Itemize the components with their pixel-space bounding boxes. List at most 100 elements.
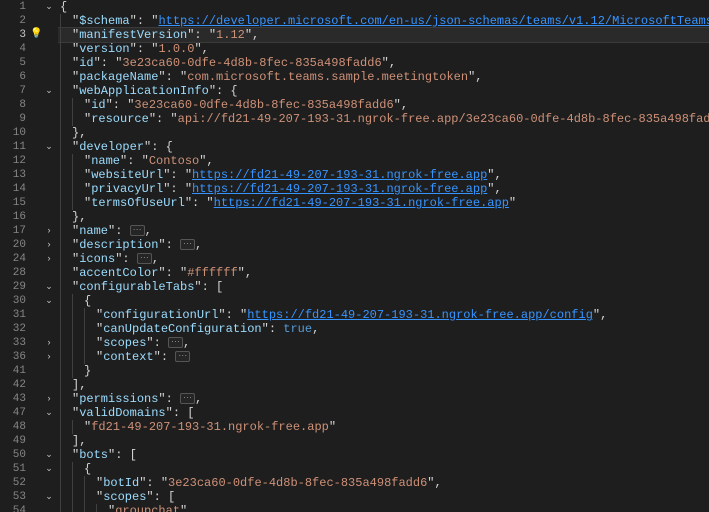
code-line[interactable]: { xyxy=(58,0,709,14)
json-key: version xyxy=(79,42,129,56)
fold-expanded-icon[interactable]: ⌄ xyxy=(42,0,56,14)
code-editor[interactable]: 1⌄23💡4567⌄891011⌄121314151617›20›24›2829… xyxy=(0,0,709,512)
code-line[interactable]: "websiteUrl": "https://fd21-49-207-193-3… xyxy=(58,168,709,182)
code-line[interactable]: "permissions": ⋯, xyxy=(58,392,709,406)
fold-expanded-icon[interactable]: ⌄ xyxy=(42,140,56,154)
code-line[interactable]: "bots": [ xyxy=(58,448,709,462)
code-line[interactable]: "description": ⋯, xyxy=(58,238,709,252)
gutter-row: 17› xyxy=(0,224,58,238)
code-line[interactable]: "configurationUrl": "https://fd21-49-207… xyxy=(58,308,709,322)
json-punct: ": [ xyxy=(146,490,175,504)
json-key: id xyxy=(91,98,105,112)
folded-region-icon[interactable]: ⋯ xyxy=(137,253,152,264)
indent-guide xyxy=(84,350,96,364)
gutter-row: 9 xyxy=(0,112,58,126)
json-key: name xyxy=(79,224,108,238)
line-number: 42 xyxy=(0,378,28,392)
fold-expanded-icon[interactable]: ⌄ xyxy=(42,490,56,504)
indent-guide xyxy=(60,462,72,476)
code-line[interactable]: "validDomains": [ xyxy=(58,406,709,420)
json-key: manifestVersion xyxy=(79,28,187,42)
fold-collapsed-icon[interactable]: › xyxy=(42,238,56,252)
code-line[interactable]: { xyxy=(58,294,709,308)
code-line[interactable]: "id": "3e23ca60-0dfe-4d8b-8fec-835a498fa… xyxy=(58,56,709,70)
json-punct: ], xyxy=(72,434,86,448)
json-string: com.microsoft.teams.sample.meetingtoken xyxy=(187,70,468,84)
code-line[interactable]: "version": "1.0.0", xyxy=(58,42,709,56)
json-punct: " xyxy=(180,504,187,512)
fold-expanded-icon[interactable]: ⌄ xyxy=(42,294,56,308)
json-punct: ", xyxy=(194,42,208,56)
code-line[interactable]: "icons": ⋯, xyxy=(58,252,709,266)
code-line[interactable]: "resource": "api://fd21-49-207-193-31.ng… xyxy=(58,112,709,126)
fold-collapsed-icon[interactable]: › xyxy=(42,336,56,350)
gutter-row: 41 xyxy=(0,364,58,378)
code-line[interactable]: "fd21-49-207-193-31.ngrok-free.app" xyxy=(58,420,709,434)
folded-region-icon[interactable]: ⋯ xyxy=(175,351,190,362)
code-line[interactable]: } xyxy=(58,364,709,378)
folded-region-icon[interactable]: ⋯ xyxy=(130,225,145,236)
code-line[interactable]: "$schema": "https://developer.microsoft.… xyxy=(58,14,709,28)
code-line[interactable]: "name": ⋯, xyxy=(58,224,709,238)
json-punct: ": " xyxy=(149,112,178,126)
code-line[interactable]: "webApplicationInfo": { xyxy=(58,84,709,98)
code-line[interactable]: "scopes": ⋯, xyxy=(58,336,709,350)
json-link[interactable]: https://fd21-49-207-193-31.ngrok-free.ap… xyxy=(192,182,487,196)
fold-collapsed-icon[interactable]: › xyxy=(42,252,56,266)
code-line[interactable]: "privacyUrl": "https://fd21-49-207-193-3… xyxy=(58,182,709,196)
json-link[interactable]: https://developer.microsoft.com/en-us/js… xyxy=(158,14,709,28)
indent-guide xyxy=(60,266,72,280)
code-line[interactable]: "packageName": "com.microsoft.teams.samp… xyxy=(58,70,709,84)
gutter-row: 6 xyxy=(0,70,58,84)
json-string: 1.12 xyxy=(216,28,245,42)
code-line[interactable]: "context": ⋯ xyxy=(58,350,709,364)
code-line[interactable]: "configurableTabs": [ xyxy=(58,280,709,294)
code-line[interactable]: ], xyxy=(58,378,709,392)
gutter-row: 49 xyxy=(0,434,58,448)
indent-guide xyxy=(60,168,72,182)
line-number: 36 xyxy=(0,350,28,364)
code-line[interactable]: { xyxy=(58,462,709,476)
lightbulb-icon[interactable]: 💡 xyxy=(30,28,42,42)
fold-expanded-icon[interactable]: ⌄ xyxy=(42,84,56,98)
json-link[interactable]: https://fd21-49-207-193-31.ngrok-free.ap… xyxy=(192,168,487,182)
indent-guide xyxy=(72,350,84,364)
code-line[interactable]: }, xyxy=(58,210,709,224)
code-line[interactable]: }, xyxy=(58,126,709,140)
fold-collapsed-icon[interactable]: › xyxy=(42,392,56,406)
code-line[interactable]: "canUpdateConfiguration": true, xyxy=(58,322,709,336)
code-line[interactable]: "termsOfUseUrl": "https://fd21-49-207-19… xyxy=(58,196,709,210)
json-string: 3e23ca60-0dfe-4d8b-8fec-835a498fadd6 xyxy=(134,98,393,112)
fold-expanded-icon[interactable]: ⌄ xyxy=(42,448,56,462)
indent-guide xyxy=(60,140,72,154)
line-number: 24 xyxy=(0,252,28,266)
line-number: 33 xyxy=(0,336,28,350)
indent-guide xyxy=(60,182,72,196)
fold-expanded-icon[interactable]: ⌄ xyxy=(42,462,56,476)
json-link[interactable]: https://fd21-49-207-193-31.ngrok-free.ap… xyxy=(247,308,593,322)
code-line[interactable]: ], xyxy=(58,434,709,448)
fold-collapsed-icon[interactable]: › xyxy=(42,224,56,238)
folded-region-icon[interactable]: ⋯ xyxy=(180,239,195,250)
code-line[interactable]: "name": "Contoso", xyxy=(58,154,709,168)
code-line[interactable]: "id": "3e23ca60-0dfe-4d8b-8fec-835a498fa… xyxy=(58,98,709,112)
code-line[interactable]: "botId": "3e23ca60-0dfe-4d8b-8fec-835a49… xyxy=(58,476,709,490)
gutter-row: 20› xyxy=(0,238,58,252)
json-punct: ", xyxy=(593,308,607,322)
code-line[interactable]: "scopes": [ xyxy=(58,490,709,504)
indent-guide xyxy=(60,70,72,84)
gutter-row: 15 xyxy=(0,196,58,210)
gutter-row: 30⌄ xyxy=(0,294,58,308)
fold-expanded-icon[interactable]: ⌄ xyxy=(42,406,56,420)
fold-collapsed-icon[interactable]: › xyxy=(42,350,56,364)
folded-region-icon[interactable]: ⋯ xyxy=(180,393,195,404)
fold-expanded-icon[interactable]: ⌄ xyxy=(42,280,56,294)
folded-region-icon[interactable]: ⋯ xyxy=(168,337,183,348)
code-line[interactable]: "developer": { xyxy=(58,140,709,154)
code-area[interactable]: {"$schema": "https://developer.microsoft… xyxy=(58,0,709,512)
json-link[interactable]: https://fd21-49-207-193-31.ngrok-free.ap… xyxy=(214,196,509,210)
code-line[interactable]: "accentColor": "#ffffff", xyxy=(58,266,709,280)
code-line[interactable]: "groupchat" xyxy=(58,504,709,512)
code-line[interactable]: "manifestVersion": "1.12", xyxy=(58,28,709,42)
json-punct: ", xyxy=(238,266,252,280)
